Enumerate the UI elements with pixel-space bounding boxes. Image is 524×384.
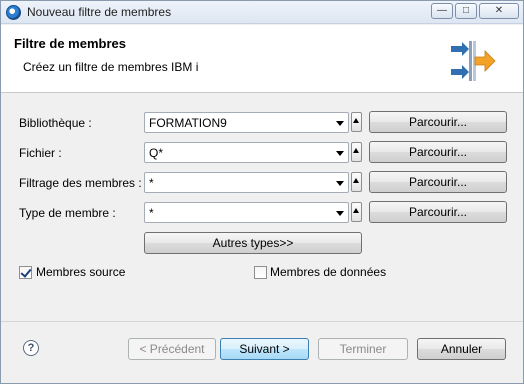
spin-up-icon (353, 118, 359, 123)
page-description: Créez un filtre de membres IBM i (23, 60, 199, 74)
other-types-button[interactable]: Autres types>> (144, 232, 362, 254)
data-members-checkbox[interactable] (254, 266, 267, 279)
member-filter-combo[interactable]: * (144, 172, 349, 193)
member-filter-spin-button[interactable] (351, 172, 362, 192)
member-type-browse-button[interactable]: Parcourir... (369, 201, 507, 223)
library-browse-button[interactable]: Parcourir... (369, 111, 507, 133)
previous-button[interactable]: < Précédent (128, 338, 216, 360)
spin-up-icon (353, 148, 359, 153)
wizard-arrows-icon (451, 41, 496, 81)
library-value: FORMATION9 (149, 116, 227, 130)
member-type-spin-button[interactable] (351, 202, 362, 222)
file-browse-button[interactable]: Parcourir... (369, 141, 507, 163)
page-title: Filtre de membres (14, 36, 126, 51)
minimize-icon[interactable]: — (431, 3, 453, 19)
app-icon (6, 5, 21, 20)
cancel-button[interactable]: Annuler (417, 338, 506, 360)
dropdown-arrow-icon[interactable] (336, 121, 344, 126)
library-label: Bibliothèque : (19, 116, 92, 130)
title-bar[interactable]: Nouveau filtre de membres — □ ✕ (1, 1, 523, 24)
data-members-label[interactable]: Membres de données (270, 265, 386, 279)
next-button[interactable]: Suivant > (220, 338, 309, 360)
source-members-label[interactable]: Membres source (36, 265, 125, 279)
close-icon[interactable]: ✕ (479, 3, 519, 19)
member-type-label: Type de membre : (19, 206, 116, 220)
file-combo[interactable]: Q* (144, 142, 349, 163)
dropdown-arrow-icon[interactable] (336, 211, 344, 216)
dropdown-arrow-icon[interactable] (336, 181, 344, 186)
library-combo[interactable]: FORMATION9 (144, 112, 349, 133)
window-title: Nouveau filtre de membres (27, 5, 172, 19)
help-icon[interactable]: ? (23, 340, 39, 356)
member-filter-value: * (149, 176, 154, 190)
file-spin-button[interactable] (351, 142, 362, 162)
member-type-value: * (149, 206, 154, 220)
member-type-combo[interactable]: * (144, 202, 349, 223)
spin-up-icon (353, 208, 359, 213)
wizard-header: Filtre de membres Créez un filtre de mem… (1, 25, 523, 93)
member-filter-browse-button[interactable]: Parcourir... (369, 171, 507, 193)
file-label: Fichier : (19, 146, 62, 160)
member-filter-label: Filtrage des membres : (19, 176, 142, 190)
maximize-icon[interactable]: □ (455, 3, 477, 19)
footer-separator (1, 321, 523, 322)
spin-up-icon (353, 178, 359, 183)
finish-button[interactable]: Terminer (318, 338, 408, 360)
file-value: Q* (149, 146, 164, 160)
library-spin-button[interactable] (351, 112, 362, 132)
window-controls: — □ ✕ (431, 3, 519, 19)
dropdown-arrow-icon[interactable] (336, 151, 344, 156)
dialog-window: Nouveau filtre de membres — □ ✕ Filtre d… (0, 0, 524, 384)
source-members-checkbox[interactable] (19, 266, 32, 279)
